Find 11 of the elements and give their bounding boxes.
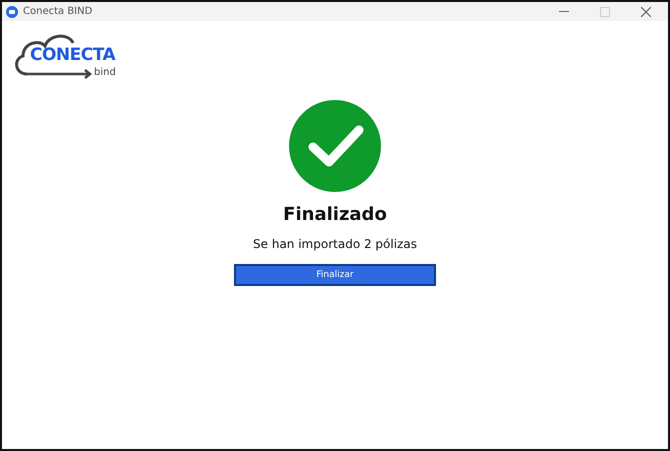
maximize-icon: [600, 6, 610, 16]
logo-subtext: bind: [94, 67, 116, 78]
window-title: Conecta BIND: [23, 6, 94, 17]
close-icon: [641, 6, 651, 16]
app-icon: [6, 6, 18, 18]
result-message: Se han importado 2 pólizas: [253, 237, 417, 251]
result-title: Finalizado: [283, 204, 387, 225]
finish-button[interactable]: Finalizar: [234, 264, 436, 286]
check-icon: [289, 100, 381, 192]
logo-text: CONECTA: [30, 45, 116, 65]
minimize-icon: [559, 10, 569, 12]
